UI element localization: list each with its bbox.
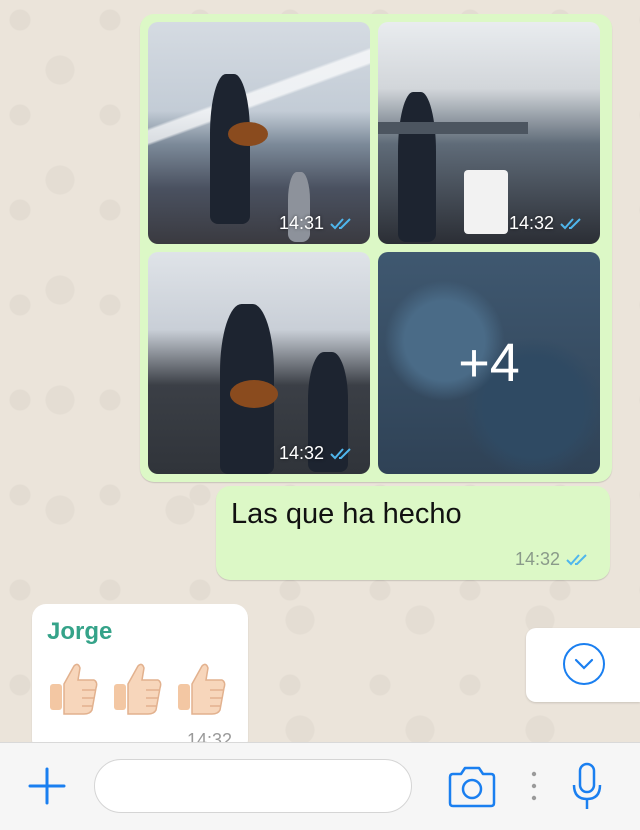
thumbs-up-emoji-icon xyxy=(114,663,162,715)
composer-bar xyxy=(0,742,640,830)
message-input[interactable] xyxy=(94,759,412,813)
message-meta: 14:32 xyxy=(515,549,592,570)
media-group-bubble[interactable]: 14:31 14:32 14:32 +4 xyxy=(140,14,612,482)
more-vertical-icon[interactable] xyxy=(526,769,542,803)
plus-icon[interactable] xyxy=(26,765,68,807)
camera-icon[interactable] xyxy=(446,765,498,809)
read-ticks-icon xyxy=(560,217,581,229)
read-ticks-icon xyxy=(566,553,587,565)
guitar-shape xyxy=(228,122,268,146)
read-ticks-icon xyxy=(330,217,351,229)
incoming-message-bubble[interactable]: Jorge 14:32 xyxy=(32,604,248,754)
photo-timestamp: 14:32 xyxy=(509,213,586,234)
guitar-shape xyxy=(230,380,278,408)
keyboard-shape xyxy=(378,122,528,134)
microphone-icon[interactable] xyxy=(570,761,604,813)
photo-thumbnail[interactable]: 14:32 xyxy=(148,252,370,474)
thumbs-up-emoji-icon xyxy=(50,663,98,715)
photo-thumbnail[interactable]: 14:31 xyxy=(148,22,370,244)
scroll-to-bottom-button[interactable] xyxy=(526,628,640,702)
photo-timestamp: 14:31 xyxy=(279,213,356,234)
read-ticks-icon xyxy=(330,447,351,459)
guitarist-figure xyxy=(210,74,250,224)
sender-name: Jorge xyxy=(47,618,113,645)
emoji-row xyxy=(48,660,228,716)
message-timestamp: 14:32 xyxy=(514,549,560,569)
outgoing-message-bubble[interactable]: Las que ha hecho 14:32 xyxy=(216,486,610,580)
photo-timestamp: 14:32 xyxy=(279,443,356,464)
message-text: Las que ha hecho xyxy=(231,498,462,530)
keyboardist-figure xyxy=(398,92,436,242)
thumbs-up-emoji-icon xyxy=(178,663,226,715)
photo-thumbnail[interactable]: 14:32 xyxy=(378,22,600,244)
bucket-shape xyxy=(464,170,508,234)
chevron-down-icon xyxy=(563,643,605,685)
more-photos-tile[interactable]: +4 xyxy=(378,252,600,474)
more-photos-count: +4 xyxy=(458,333,520,393)
